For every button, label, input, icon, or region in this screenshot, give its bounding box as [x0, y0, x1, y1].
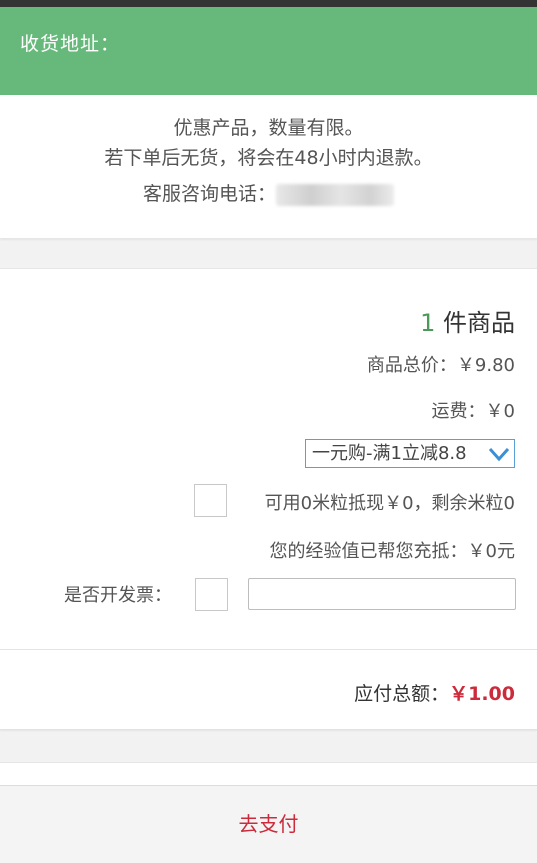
promo-selected-value: 一元购-满1立减8.8: [312, 443, 467, 464]
notice-card: 优惠产品，数量有限。 若下单后无货，将会在48小时内退款。 客服咨询电话：: [0, 95, 537, 239]
notice-line-limited: 优惠产品，数量有限。: [173, 117, 364, 139]
points-deduction-text: 可用0米粒抵现￥0，剩余米粒0: [264, 493, 515, 514]
experience-deduction-text: 您的经验值已帮您充抵：￥0元: [269, 541, 515, 562]
divider: [0, 649, 537, 650]
order-summary-card: 1 件商品 商品总价：￥9.80 运费：￥0 一元购-满1立减8.8 可用0米粒…: [0, 268, 537, 730]
payable-amount: ￥1.00: [449, 683, 515, 705]
payable-total-row: 应付总额：￥1.00: [354, 679, 515, 706]
address-header[interactable]: 收货地址：: [0, 7, 537, 95]
service-phone-row: 客服咨询电话：: [0, 179, 537, 206]
pay-button[interactable]: 去支付: [0, 786, 537, 863]
payable-label: 应付总额：: [354, 683, 450, 705]
notice-line-refund: 若下单后无货，将会在48小时内退款。: [104, 147, 433, 169]
item-count: 1 件商品: [420, 303, 515, 338]
goods-total-price: 商品总价：￥9.80: [366, 355, 515, 376]
address-label: 收货地址：: [20, 33, 121, 55]
invoice-title-input[interactable]: [248, 578, 516, 610]
redacted-phone-number: [276, 183, 394, 206]
chevron-down-icon: [488, 447, 510, 462]
points-checkbox[interactable]: [194, 484, 227, 517]
item-count-unit: 件商品: [435, 309, 515, 337]
invoice-checkbox[interactable]: [195, 578, 228, 611]
status-strip: [0, 0, 537, 7]
invoice-label: 是否开发票：: [64, 585, 172, 606]
pay-bar: 去支付: [0, 785, 537, 863]
shipping-fee: 运费：￥0: [431, 401, 515, 422]
promo-select[interactable]: 一元购-满1立减8.8: [305, 439, 515, 468]
service-phone-label: 客服咨询电话：: [142, 183, 276, 205]
item-count-number: 1: [420, 309, 436, 337]
